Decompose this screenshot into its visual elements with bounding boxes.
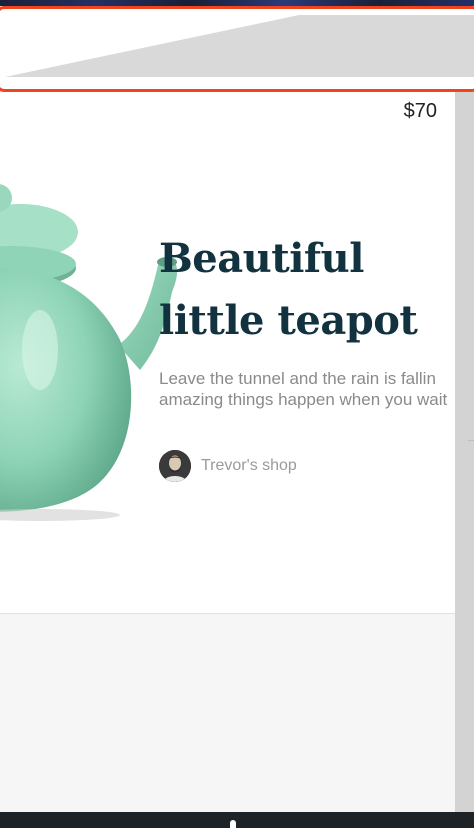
product-title-line-1: Beautiful <box>159 235 364 282</box>
scrollbar-marker <box>468 440 474 441</box>
product-description: Leave the tunnel and the rain is fallin … <box>159 369 448 409</box>
shop-link[interactable]: Trevor's shop <box>159 450 297 482</box>
product-title-line-2: little teapot <box>159 297 418 344</box>
product-title: Beautiful little teapot <box>159 228 449 352</box>
lower-content-panel <box>0 614 455 812</box>
app-screen: $70 Beautiful little teapot Leave the tu… <box>0 0 474 828</box>
scrollbar[interactable] <box>455 92 474 812</box>
avatar <box>159 450 191 482</box>
navigation-bar <box>0 812 474 828</box>
product-price: $70 <box>403 100 437 122</box>
highlighted-header-region[interactable] <box>0 6 474 92</box>
shop-name[interactable]: Trevor's shop <box>201 457 297 475</box>
home-indicator-icon[interactable] <box>230 820 236 828</box>
header-placeholder-graphic <box>5 15 474 77</box>
